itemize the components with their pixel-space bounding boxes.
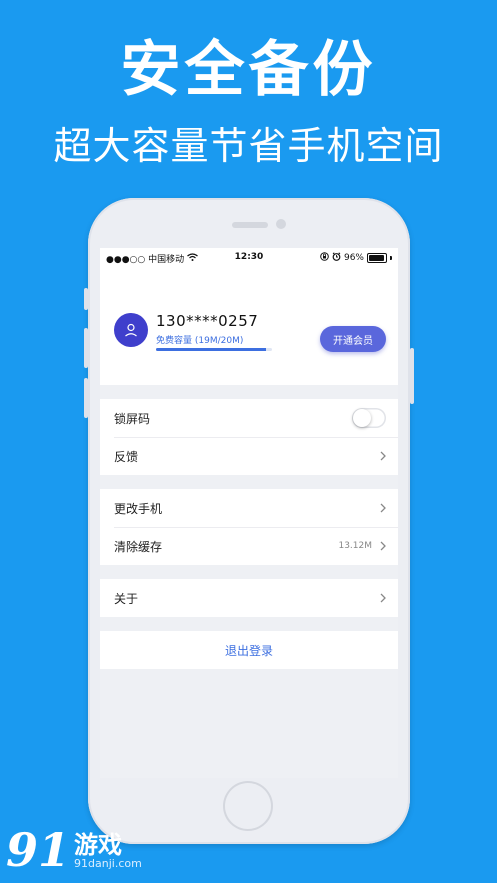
storage-quota-label: 免费容量 (19M/20M) (156, 336, 244, 346)
battery-icon (367, 253, 387, 263)
change-phone-row[interactable]: 更改手机 (100, 489, 398, 527)
chevron-right-icon (380, 593, 386, 603)
power-button (410, 348, 414, 404)
status-bar: ●●●○○ 中国移动 12:30 96% (100, 248, 398, 268)
section-gap (100, 565, 398, 579)
watermark-url: 91danji.com (74, 857, 142, 870)
volume-down-button (84, 378, 88, 418)
about-label: 关于 (114, 591, 139, 606)
about-row[interactable]: 关于 (100, 579, 398, 617)
battery-tip (390, 256, 392, 260)
section-gap (100, 385, 398, 399)
feedback-row[interactable]: 反馈 (100, 437, 398, 475)
site-watermark: 91 游戏 91danji.com (6, 823, 142, 877)
watermark-brand: 游戏 (74, 831, 123, 859)
change-phone-label: 更改手机 (114, 501, 163, 516)
lock-screen-label: 锁屏码 (114, 411, 151, 426)
section-gap (100, 475, 398, 489)
lock-screen-row: 锁屏码 (100, 399, 398, 437)
front-camera (276, 219, 286, 229)
alarm-icon (332, 252, 341, 264)
chevron-right-icon (380, 451, 386, 461)
logout-button[interactable]: 退出登录 (100, 631, 398, 669)
storage-quota-fill (156, 348, 267, 351)
hero-subtitle: 超大容量节省手机空间 (53, 124, 444, 168)
hero-title: 安全备份 (120, 35, 377, 105)
lock-rotation-icon (320, 252, 329, 264)
user-icon (125, 323, 137, 337)
section-gap (100, 617, 398, 631)
watermark-number: 91 (6, 823, 71, 877)
toggle-knob (353, 409, 371, 427)
account-phone-number: 130****0257 (156, 312, 259, 330)
app-screen: ●●●○○ 中国移动 12:30 96% 130****0257 免费容量 (1… (100, 248, 398, 778)
feedback-label: 反馈 (114, 449, 139, 464)
phone-frame: ●●●○○ 中国移动 12:30 96% 130****0257 免费容量 (1… (84, 198, 414, 844)
battery-level (369, 255, 385, 261)
home-button (225, 783, 271, 829)
volume-up-button (84, 328, 88, 368)
clear-cache-label: 清除缓存 (114, 539, 163, 554)
clear-cache-row[interactable]: 清除缓存 13.12M (100, 527, 398, 565)
chevron-right-icon (380, 541, 386, 551)
mute-switch (84, 288, 88, 310)
open-vip-button[interactable]: 开通会员 (320, 326, 386, 352)
lock-screen-toggle[interactable] (352, 408, 386, 428)
chevron-right-icon (380, 503, 386, 513)
storage-quota-bar (156, 348, 272, 351)
battery-percent: 96% (343, 253, 364, 263)
profile-card: 130****0257 免费容量 (19M/20M) 开通会员 (100, 268, 398, 385)
cache-size-value: 13.12M (338, 541, 372, 551)
earpiece-speaker (232, 222, 268, 228)
avatar[interactable] (114, 313, 148, 347)
